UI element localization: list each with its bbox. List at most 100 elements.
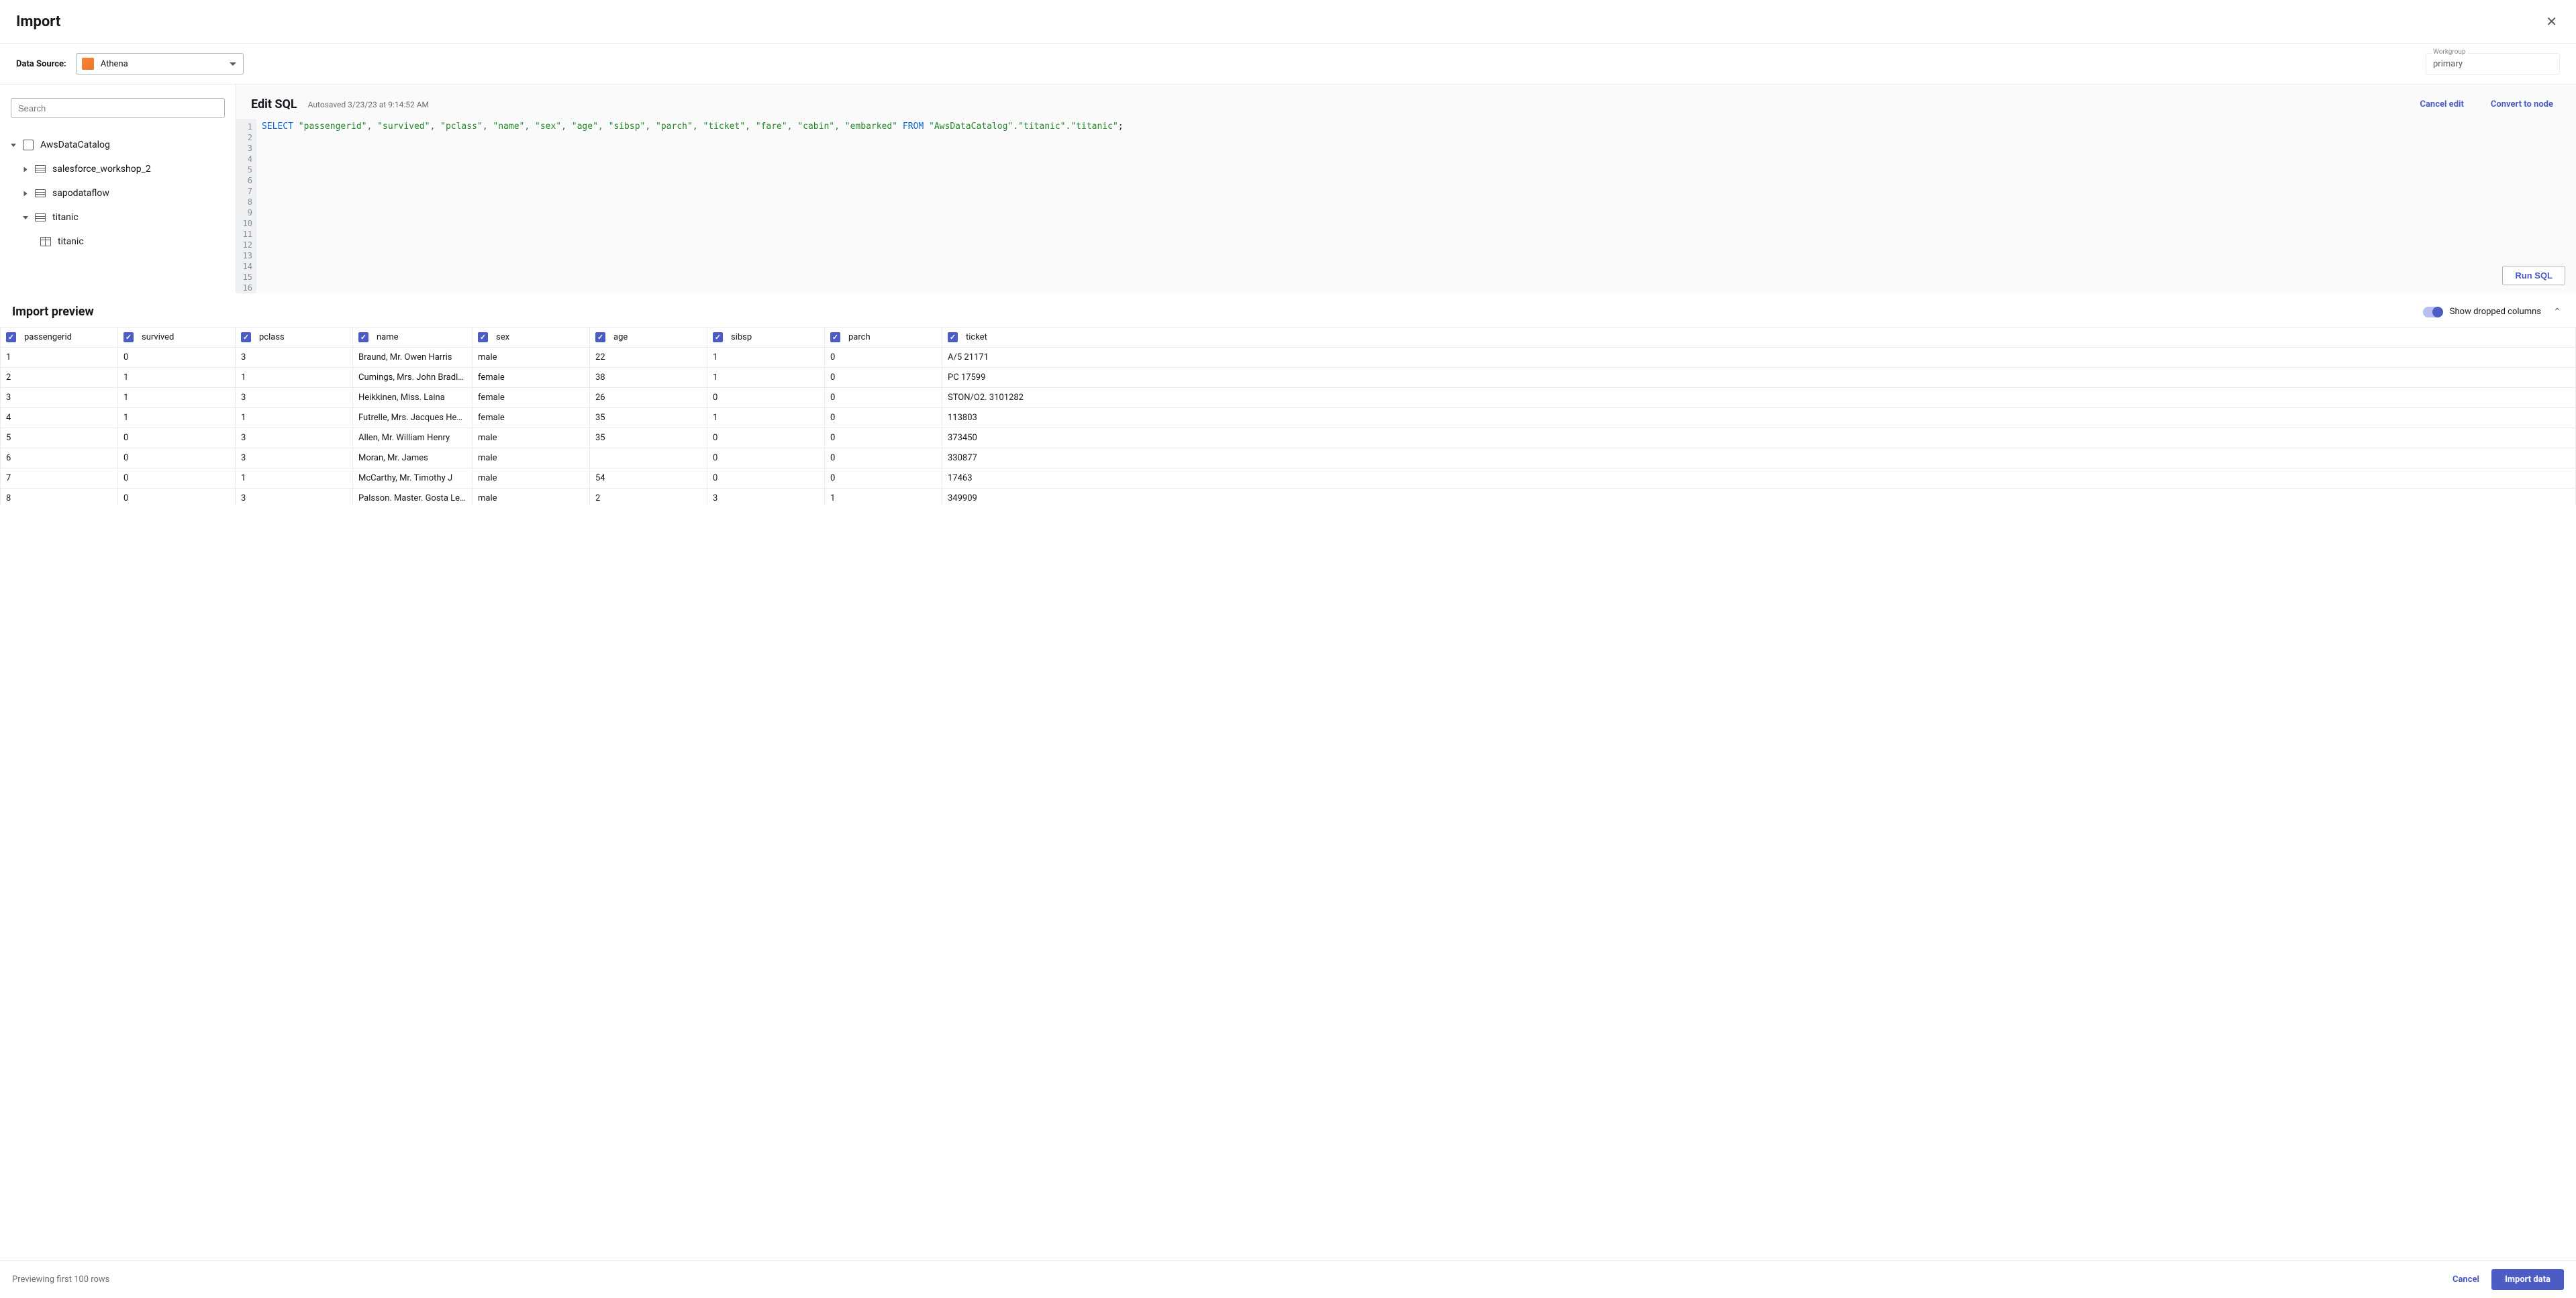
chevron-down-icon xyxy=(11,144,16,147)
data-source-select[interactable]: Athena xyxy=(76,53,244,74)
db-titanic[interactable]: titanic xyxy=(11,205,225,230)
show-dropped-label: Show dropped columns xyxy=(2450,307,2541,317)
cell: 54 xyxy=(590,468,707,489)
column-checkbox[interactable] xyxy=(123,332,134,342)
db-sapodataflow[interactable]: sapodataflow xyxy=(11,181,225,205)
db-label: salesforce_workshop_2 xyxy=(52,164,151,174)
cell xyxy=(590,448,707,468)
column-checkbox[interactable] xyxy=(595,332,605,342)
column-header-ticket: ticket xyxy=(942,328,2576,348)
cell: 113803 xyxy=(942,408,2576,428)
database-icon xyxy=(35,213,46,222)
workgroup-value: primary xyxy=(2433,59,2463,69)
catalog-root-label: AwsDataCatalog xyxy=(40,140,110,150)
convert-to-node-button[interactable]: Convert to node xyxy=(2483,95,2561,113)
database-icon xyxy=(35,189,46,198)
chevron-right-icon xyxy=(24,166,28,172)
cell: 1 xyxy=(236,468,353,489)
autosave-text: Autosaved 3/23/23 at 9:14:52 AM xyxy=(308,100,429,109)
athena-icon xyxy=(82,58,94,70)
cell: Braund, Mr. Owen Harris xyxy=(353,348,473,368)
catalog-icon xyxy=(23,140,34,150)
cell: 3 xyxy=(236,348,353,368)
cell: 0 xyxy=(118,428,236,448)
table-row: 503Allen, Mr. William Henrymale350037345… xyxy=(1,428,2576,448)
cell: 3 xyxy=(236,489,353,505)
preview-header: Import preview Show dropped columns ⌃ xyxy=(0,293,2576,327)
column-checkbox[interactable] xyxy=(948,332,958,342)
cell: 0 xyxy=(825,348,942,368)
cell: male xyxy=(473,468,590,489)
close-icon[interactable]: ✕ xyxy=(2543,11,2560,32)
column-name: sibsp xyxy=(731,332,752,342)
cell: 2 xyxy=(590,489,707,505)
column-checkbox[interactable] xyxy=(478,332,488,342)
footer-bar: Previewing first 100 rows Cancel Import … xyxy=(0,1260,2576,1298)
column-header-sex: sex xyxy=(473,328,590,348)
database-icon xyxy=(35,164,46,174)
table-row: 211Cumings, Mrs. John Bradley (Florencfe… xyxy=(1,368,2576,388)
table-row: 803Palsson. Master. Gosta Leonardmale231… xyxy=(1,489,2576,505)
cell: 1 xyxy=(707,408,825,428)
cell: 22 xyxy=(590,348,707,368)
cell: female xyxy=(473,368,590,388)
catalog-sidebar: AwsDataCatalog salesforce_workshop_2 sap… xyxy=(0,85,236,293)
cell: 3 xyxy=(236,448,353,468)
column-checkbox[interactable] xyxy=(713,332,723,342)
collapse-icon[interactable]: ⌃ xyxy=(2550,305,2564,319)
cell: 1 xyxy=(825,489,942,505)
cell: Heikkinen, Miss. Laina xyxy=(353,388,473,408)
cell: 38 xyxy=(590,368,707,388)
controls-bar: Data Source: Athena Workgroup primary xyxy=(0,44,2576,85)
sql-editor-pane: Edit SQL Autosaved 3/23/23 at 9:14:52 AM… xyxy=(236,85,2576,293)
column-checkbox[interactable] xyxy=(358,332,368,342)
db-label: sapodataflow xyxy=(52,188,109,199)
cell: 3 xyxy=(236,388,353,408)
table-row: 701McCarthy, Mr. Timothy Jmale540017463 xyxy=(1,468,2576,489)
cell: male xyxy=(473,489,590,505)
data-source-label: Data Source: xyxy=(16,59,66,69)
cell: 0 xyxy=(707,388,825,408)
cell: STON/O2. 3101282 xyxy=(942,388,2576,408)
catalog-root[interactable]: AwsDataCatalog xyxy=(11,133,225,157)
table-icon xyxy=(40,237,51,246)
import-data-button[interactable]: Import data xyxy=(2491,1269,2564,1290)
column-checkbox[interactable] xyxy=(241,332,251,342)
sql-editor[interactable]: SELECT "passengerid", "survived", "pclas… xyxy=(256,119,2576,293)
cell: 0 xyxy=(825,408,942,428)
column-header-age: age xyxy=(590,328,707,348)
cell: Futrelle, Mrs. Jacques Heath (Lily Ma xyxy=(353,408,473,428)
table-body: 103Braund, Mr. Owen Harrismale2210A/5 21… xyxy=(1,348,2576,505)
column-checkbox[interactable] xyxy=(6,332,16,342)
cell: 349909 xyxy=(942,489,2576,505)
cell: 0 xyxy=(825,368,942,388)
search-input[interactable] xyxy=(11,98,225,118)
table-row: 313Heikkinen, Miss. Lainafemale2600STON/… xyxy=(1,388,2576,408)
cell: McCarthy, Mr. Timothy J xyxy=(353,468,473,489)
cell: 4 xyxy=(1,408,118,428)
cancel-button[interactable]: Cancel xyxy=(2440,1269,2491,1290)
column-header-sibsp: sibsp xyxy=(707,328,825,348)
table-row: 603Moran, Mr. Jamesmale00330877 xyxy=(1,448,2576,468)
run-sql-button[interactable]: Run SQL xyxy=(2502,266,2565,285)
db-salesforce[interactable]: salesforce_workshop_2 xyxy=(11,157,225,181)
cell: 6 xyxy=(1,448,118,468)
cell: male xyxy=(473,348,590,368)
column-checkbox[interactable] xyxy=(830,332,840,342)
show-dropped-toggle[interactable] xyxy=(2423,307,2443,317)
column-name: passengerid xyxy=(24,332,72,342)
catalog-tree: AwsDataCatalog salesforce_workshop_2 sap… xyxy=(11,133,225,254)
cell: 1 xyxy=(236,408,353,428)
column-name: pclass xyxy=(259,332,285,342)
column-header-name: name xyxy=(353,328,473,348)
column-header-pclass: pclass xyxy=(236,328,353,348)
cell: 0 xyxy=(707,448,825,468)
column-header-passengerid: passengerid xyxy=(1,328,118,348)
workgroup-field[interactable]: Workgroup primary xyxy=(2426,53,2560,74)
db-label: titanic xyxy=(52,212,79,223)
table-titanic[interactable]: titanic xyxy=(11,230,225,254)
cancel-edit-button[interactable]: Cancel edit xyxy=(2412,95,2471,113)
cell: 1 xyxy=(118,408,236,428)
cell: Allen, Mr. William Henry xyxy=(353,428,473,448)
cell: 0 xyxy=(118,489,236,505)
